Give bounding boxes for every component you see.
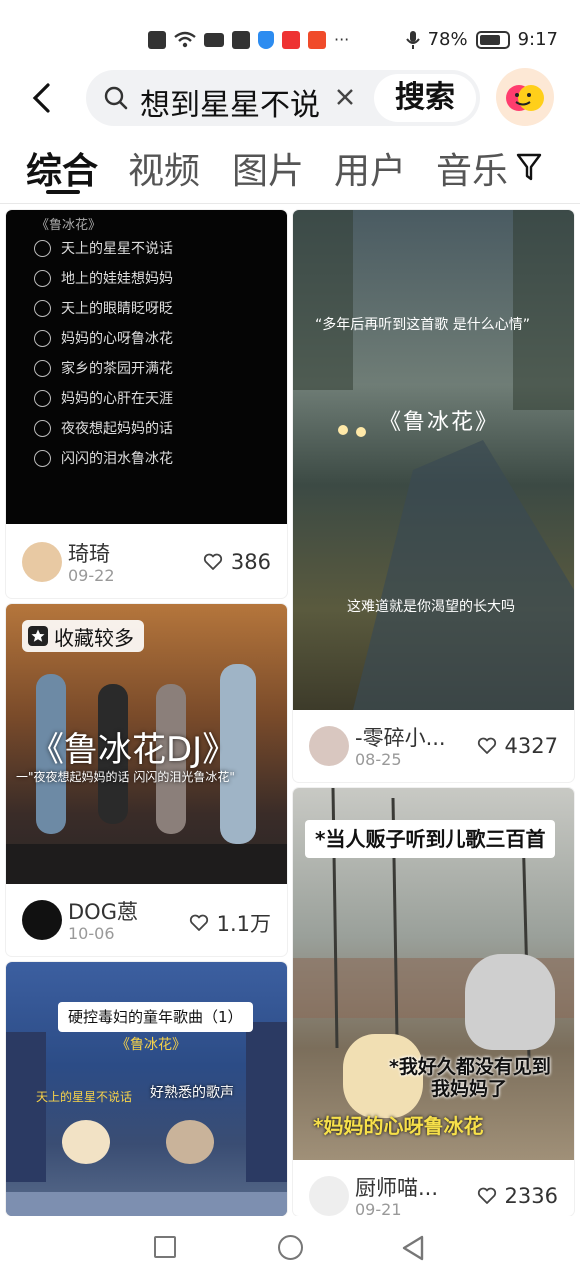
thumbnail-title: 《鲁冰花》 xyxy=(116,1037,186,1053)
card-thumbnail[interactable]: “多年后再听到这首歌 是什么心情” 《鲁冰花》 这难道就是你渴望的长大吗 xyxy=(293,210,574,710)
shield-icon xyxy=(258,30,274,49)
post-date: 08-25 xyxy=(355,750,402,769)
like-count: 386 xyxy=(230,550,271,574)
recent-apps-button[interactable] xyxy=(154,1236,176,1258)
card-thumbnail[interactable]: 收藏较多 《鲁冰花DJ》 一"夜夜想起妈妈的话 闪闪的泪光鲁冰花" xyxy=(6,604,287,884)
thumbnail-title: 《鲁冰花》 xyxy=(379,410,500,435)
tab-music[interactable]: 音乐 xyxy=(436,142,508,194)
list-item: 地上的娃娃想妈妈 xyxy=(34,268,173,288)
like-button[interactable]: 4327 xyxy=(477,734,558,758)
cat-image xyxy=(465,954,555,1050)
list-item: 闪闪的泪水鲁冰花 xyxy=(34,448,173,468)
card-meta: 琦琦 09-22 386 xyxy=(6,528,287,598)
thumbnail-quote: “多年后再听到这首歌 是什么心情” xyxy=(315,317,530,333)
mic-icon xyxy=(405,30,420,49)
video-icon xyxy=(204,32,224,47)
like-button[interactable]: 2336 xyxy=(477,1184,558,1208)
search-input[interactable]: 想到星星不说 xyxy=(140,80,326,124)
post-date: 09-21 xyxy=(355,1200,402,1216)
card-thumbnail[interactable]: 硬控毒妇的童年歌曲（1） 《鲁冰花》 天上的星星不说话 好熟悉的歌声 xyxy=(6,962,287,1216)
app-logo-icon[interactable] xyxy=(496,68,554,126)
tab-all[interactable]: 综合 xyxy=(26,142,98,194)
list-item: 天上的星星不说话 xyxy=(34,238,173,258)
author-name[interactable]: -零碎小... xyxy=(355,722,475,752)
feed-card[interactable]: 《鲁冰花》 天上的星星不说话 地上的娃娃想妈妈 天上的眼睛眨呀眨 妈妈的心呀鲁冰… xyxy=(6,210,287,598)
author-name[interactable]: 厨师喵... xyxy=(355,1172,475,1202)
clear-icon[interactable] xyxy=(332,84,358,110)
badge-label: 收藏较多 xyxy=(54,625,134,650)
list-item: 夜夜想起妈妈的话 xyxy=(34,418,173,438)
active-tab-indicator xyxy=(46,190,80,194)
heart-icon xyxy=(189,914,208,931)
filter-icon[interactable] xyxy=(516,152,542,182)
more-icon: ··· xyxy=(334,30,350,49)
like-count: 4327 xyxy=(504,734,558,758)
card-thumbnail[interactable]: 《鲁冰花》 天上的星星不说话 地上的娃娃想妈妈 天上的眼睛眨呀眨 妈妈的心呀鲁冰… xyxy=(6,210,287,524)
home-button[interactable] xyxy=(278,1235,303,1260)
back-icon[interactable] xyxy=(28,82,56,114)
heart-icon xyxy=(477,737,496,754)
clock: 9:17 xyxy=(517,29,558,50)
search-box[interactable]: 想到星星不说 搜索 xyxy=(86,70,480,126)
feed-card[interactable]: *当人贩子听到儿歌三百首 *我好久都没有见到 我妈妈了 *妈妈的心呀鲁冰花 厨师… xyxy=(293,788,574,1216)
card-thumbnail[interactable]: *当人贩子听到儿歌三百首 *我好久都没有见到 我妈妈了 *妈妈的心呀鲁冰花 xyxy=(293,788,574,1160)
status-icons-right: 78% 9:17 xyxy=(405,29,558,50)
tab-video[interactable]: 视频 xyxy=(128,142,200,194)
battery-percent: 78% xyxy=(427,29,468,50)
list-item: 天上的眼睛眨呀眨 xyxy=(34,298,173,318)
thumbnail-text: 我妈妈了 xyxy=(431,1078,508,1100)
author-name[interactable]: DOG蒽 xyxy=(68,896,188,926)
search-icon xyxy=(104,86,128,110)
card-meta: -零碎小... 08-25 4327 xyxy=(293,712,574,782)
status-icons-left: ··· xyxy=(148,30,349,49)
author-name[interactable]: 琦琦 xyxy=(68,538,188,568)
tab-users[interactable]: 用户 xyxy=(334,142,406,194)
thumbnail-text: *妈妈的心呀鲁冰花 xyxy=(313,1114,484,1138)
like-count: 1.1万 xyxy=(216,912,271,936)
list-item: 家乡的茶园开满花 xyxy=(34,358,173,378)
book-icon xyxy=(282,30,300,49)
nav-back-icon[interactable] xyxy=(400,1234,426,1262)
avatar[interactable] xyxy=(22,900,62,940)
thumbnail-title: 《鲁冰花》 xyxy=(36,218,102,233)
avatar[interactable] xyxy=(22,542,62,582)
heart-icon xyxy=(477,1187,496,1204)
app-icon xyxy=(308,30,326,49)
card-meta: DOG蒽 10-06 1.1万 xyxy=(6,886,287,956)
like-button[interactable]: 1.1万 xyxy=(189,908,271,938)
thumbnail-title: 《鲁冰花DJ》 xyxy=(30,730,237,770)
list-item: 妈妈的心肝在天涯 xyxy=(34,388,173,408)
post-date: 09-22 xyxy=(68,566,115,585)
tab-bar: 综合 视频 图片 用户 音乐 xyxy=(0,140,580,204)
message-icon xyxy=(232,30,250,49)
search-button[interactable]: 搜索 xyxy=(374,74,476,122)
list-item: 妈妈的心呀鲁冰花 xyxy=(34,328,173,348)
thumbnail-subtitle: 一"夜夜想起妈妈的话 闪闪的泪光鲁冰花" xyxy=(16,770,235,784)
avatar[interactable] xyxy=(309,1176,349,1216)
battery-icon xyxy=(475,30,510,49)
thumbnail-text: 好熟悉的歌声 xyxy=(150,1085,234,1101)
thumbnail-caption: 这难道就是你渴望的长大吗 xyxy=(347,599,515,615)
search-row: 想到星星不说 搜索 xyxy=(0,68,580,128)
system-nav-bar xyxy=(0,1216,580,1280)
avatar[interactable] xyxy=(309,726,349,766)
card-meta: 厨师喵... 09-21 2336 xyxy=(293,1162,574,1216)
like-button[interactable]: 386 xyxy=(203,550,271,574)
alert-icon xyxy=(148,30,166,49)
wifi-icon xyxy=(174,31,196,47)
thumbnail-text: 天上的星星不说话 xyxy=(36,1090,133,1104)
road-scene xyxy=(293,210,574,710)
star-icon xyxy=(28,626,48,646)
like-count: 2336 xyxy=(504,1184,558,1208)
popular-badge: 收藏较多 xyxy=(22,620,144,652)
feed-card[interactable]: 收藏较多 《鲁冰花DJ》 一"夜夜想起妈妈的话 闪闪的泪光鲁冰花" DOG蒽 1… xyxy=(6,604,287,956)
post-date: 10-06 xyxy=(68,924,115,943)
tab-images[interactable]: 图片 xyxy=(232,142,304,194)
feed-card[interactable]: “多年后再听到这首歌 是什么心情” 《鲁冰花》 这难道就是你渴望的长大吗 -零碎… xyxy=(293,210,574,782)
thumbnail-caption: *当人贩子听到儿歌三百首 xyxy=(305,820,556,858)
feed-card[interactable]: 硬控毒妇的童年歌曲（1） 《鲁冰花》 天上的星星不说话 好熟悉的歌声 xyxy=(6,962,287,1216)
thumbnail-caption: 硬控毒妇的童年歌曲（1） xyxy=(58,1002,253,1032)
heart-icon xyxy=(203,553,223,570)
